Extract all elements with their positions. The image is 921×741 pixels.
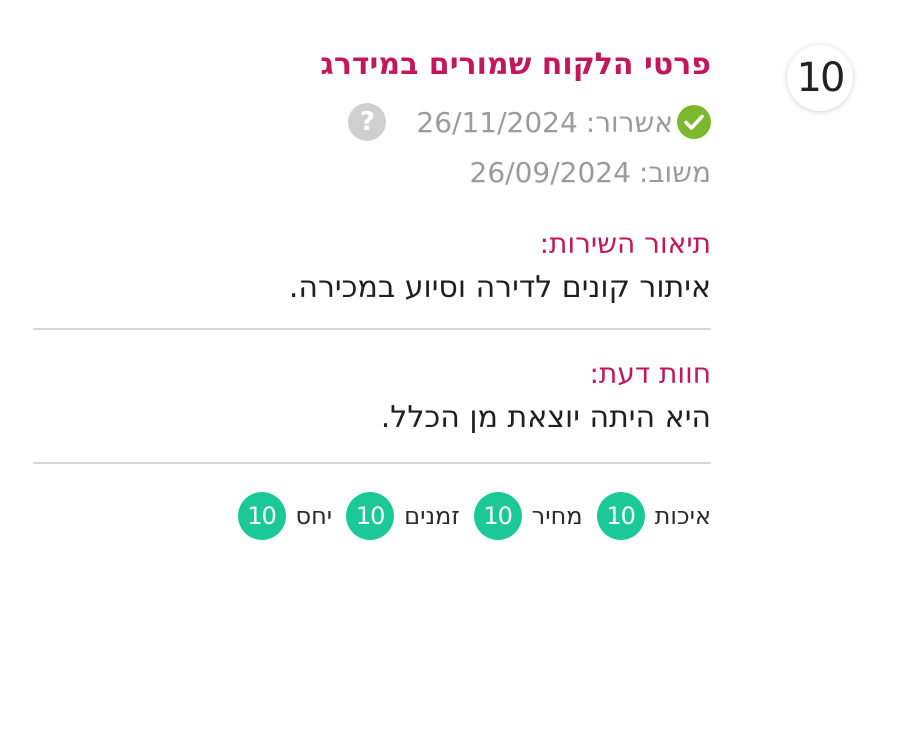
rating-quality: איכות 10 bbox=[596, 492, 711, 540]
approval-label: אשרור: bbox=[585, 105, 673, 139]
approval-row: אשרור: 26/11/2024 ? bbox=[33, 98, 711, 146]
opinion-text: היא היתה יוצאת מן הכלל. bbox=[380, 400, 711, 435]
rating-label: יחס bbox=[295, 502, 333, 530]
rating-timing: זמנים 10 bbox=[346, 492, 460, 540]
divider bbox=[33, 462, 711, 464]
approval-text: אשרור: 26/11/2024 bbox=[416, 106, 673, 139]
rating-badge: 10 bbox=[596, 492, 645, 540]
question-circle-icon[interactable]: ? bbox=[348, 103, 387, 141]
service-description-text: איתור קונים לדירה וסיוע במכירה. bbox=[288, 270, 711, 305]
service-description-label: תיאור השירות: bbox=[539, 227, 711, 260]
rating-label: מחיר bbox=[531, 502, 583, 530]
check-circle-icon bbox=[677, 105, 711, 139]
response-label: משוב: bbox=[638, 155, 711, 189]
rating-label: זמנים bbox=[404, 502, 460, 530]
rating-badge: 10 bbox=[473, 492, 522, 540]
review-card: פרטי הלקוח שמורים במידרג אשרור: 26/11/20… bbox=[33, 40, 711, 542]
review-title: פרטי הלקוח שמורים במידרג bbox=[320, 47, 711, 82]
response-row: משוב: 26/09/2024 bbox=[33, 150, 712, 194]
divider bbox=[33, 328, 711, 330]
rating-badge: 10 bbox=[346, 492, 395, 540]
opinion-label: חוות דעת: bbox=[589, 357, 711, 390]
response-date: 26/09/2024 bbox=[469, 155, 631, 189]
overall-score-badge: 10 bbox=[787, 45, 853, 111]
ratings-row: איכות 10 מחיר 10 זמנים 10 יחס 10 bbox=[33, 490, 711, 542]
rating-badge: 10 bbox=[237, 492, 286, 540]
rating-label: איכות bbox=[654, 502, 711, 530]
rating-attitude: יחס 10 bbox=[237, 492, 333, 540]
rating-price: מחיר 10 bbox=[473, 492, 583, 540]
approval-date: 26/11/2024 bbox=[416, 105, 578, 139]
